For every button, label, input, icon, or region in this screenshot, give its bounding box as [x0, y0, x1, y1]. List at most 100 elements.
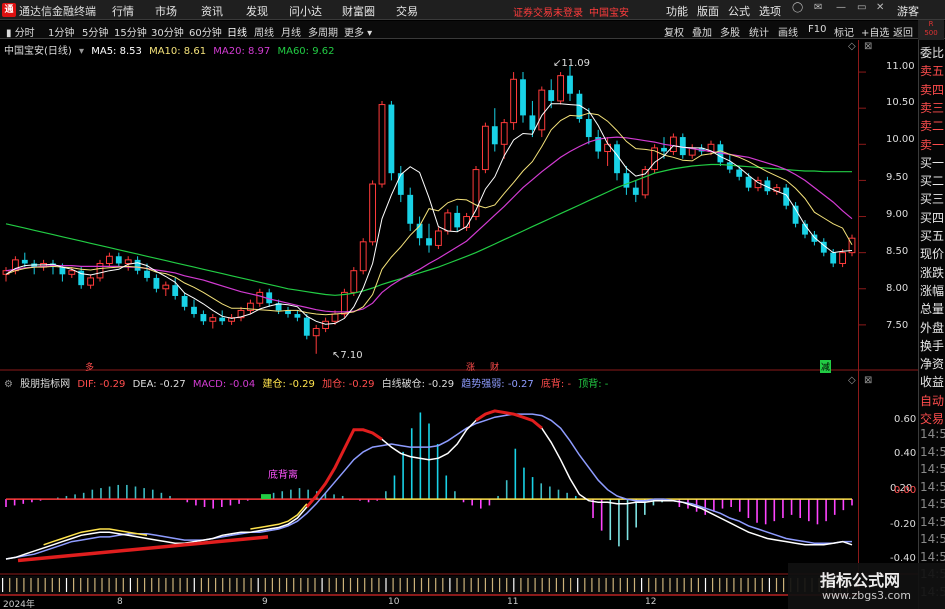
- candle-body: [388, 104, 395, 174]
- indicator-settings-icon: ⚙: [4, 379, 13, 390]
- stripe: [37, 578, 39, 592]
- stripe: [420, 578, 423, 592]
- panel-close-icon[interactable]: ⊠: [864, 41, 872, 52]
- side-label-15: 外盘: [920, 320, 945, 335]
- stripe: [619, 578, 621, 592]
- divergence-box: [261, 494, 271, 500]
- candle-body: [510, 78, 518, 124]
- side-label-16: 换手: [920, 338, 945, 353]
- indicator-zoom-icon[interactable]: ◇: [848, 375, 856, 386]
- price-tick: 9.00: [886, 209, 909, 220]
- candle-body: [303, 317, 310, 336]
- candle-body: [538, 89, 546, 131]
- candle-body: [87, 277, 95, 286]
- marker-zhang[interactable]: 涨: [466, 360, 475, 373]
- candle-body: [745, 176, 752, 188]
- side-label-24: 14:56: [920, 479, 945, 494]
- kline-chart[interactable]: [0, 0, 945, 609]
- side-label-17: 净资: [920, 357, 945, 372]
- candle-body: [557, 75, 565, 102]
- side-label-12: 涨跌: [920, 265, 945, 280]
- indicator-tick-zero: 0.00: [894, 485, 917, 496]
- side-label-11: 现价: [920, 247, 945, 262]
- stripe: [9, 578, 11, 592]
- candle-body: [623, 173, 630, 188]
- stripe: [648, 578, 650, 592]
- price-tick: 9.50: [886, 172, 909, 183]
- side-label-13: 涨幅: [920, 283, 945, 298]
- stripe: [101, 578, 103, 592]
- side-label-10: 买五: [920, 229, 945, 243]
- candle-body: [21, 259, 28, 264]
- stripe: [151, 578, 153, 592]
- candle-body: [105, 255, 113, 264]
- stripe: [775, 578, 778, 592]
- indicator-tick: 0.60: [894, 414, 917, 425]
- stripe: [527, 578, 529, 592]
- stripe: [712, 578, 714, 592]
- legend-toggle-icon: ▾: [79, 46, 85, 57]
- indicator-legend: ⚙ 股朋指标网 DIF: -0.29 DEA: -0.27 MACD: -0.0…: [4, 375, 612, 390]
- ma10-line: [5, 112, 853, 316]
- candle-body: [162, 284, 170, 290]
- stripe: [520, 578, 522, 592]
- side-label-0: 委比: [920, 46, 945, 60]
- stripe: [584, 578, 586, 592]
- candle-body: [783, 187, 790, 206]
- stripe: [349, 578, 352, 592]
- candle-body: [350, 270, 358, 293]
- candle-body: [359, 241, 367, 272]
- candle-body: [567, 75, 573, 94]
- candle-body: [529, 115, 536, 130]
- marker-jian[interactable]: 减: [820, 360, 832, 373]
- stripe: [641, 578, 643, 592]
- zoom-out-icon[interactable]: ◇: [848, 41, 856, 52]
- stripe: [570, 578, 572, 592]
- stripe: [428, 578, 430, 592]
- candle-body: [68, 270, 76, 275]
- candle-body: [172, 285, 179, 296]
- side-label-25: 14:56: [920, 497, 945, 511]
- candle-body: [520, 79, 526, 116]
- stripe: [612, 578, 614, 592]
- side-label-22: 14:56: [920, 444, 945, 459]
- stripe: [385, 578, 387, 592]
- side-label-20: 交易: [920, 412, 945, 426]
- price-axis-line: [858, 40, 859, 595]
- marker-cai[interactable]: 财: [490, 360, 499, 373]
- candle-body: [491, 126, 498, 145]
- legend-jiacang: 加仓: -0.29: [322, 379, 375, 390]
- stripe: [2, 578, 4, 592]
- marker-duo[interactable]: 多: [85, 360, 94, 373]
- stripe: [179, 578, 181, 592]
- legend-ma5: MA5: 8.53: [91, 46, 142, 57]
- stripe: [23, 578, 25, 592]
- candle-body: [115, 256, 122, 264]
- stripe: [740, 578, 742, 592]
- stripe: [669, 578, 671, 592]
- side-label-6: 买一: [920, 155, 945, 170]
- stripe: [768, 578, 770, 592]
- stripe: [719, 578, 721, 592]
- legend-ma60: MA60: 9.62: [277, 46, 335, 57]
- stripe: [172, 578, 174, 592]
- candle-body: [209, 317, 217, 322]
- side-label-4: 卖二: [920, 119, 945, 134]
- stripe: [357, 578, 359, 592]
- stripe: [754, 578, 756, 592]
- stripe: [605, 578, 607, 592]
- stripe: [513, 578, 515, 592]
- side-label-28: 14:56: [920, 549, 945, 564]
- dif-red-segment: [305, 428, 383, 508]
- stripe: [271, 578, 273, 592]
- stripe: [300, 578, 302, 592]
- candle-body: [632, 187, 639, 195]
- side-label-19: 自动: [920, 393, 945, 408]
- legend-ma20: MA20: 8.97: [213, 46, 271, 57]
- stripe: [16, 578, 18, 592]
- indicator-close-icon[interactable]: ⊠: [864, 375, 872, 386]
- candle-body: [312, 327, 320, 337]
- stripe: [286, 578, 288, 592]
- stripe: [243, 578, 245, 592]
- candle-body: [369, 183, 377, 243]
